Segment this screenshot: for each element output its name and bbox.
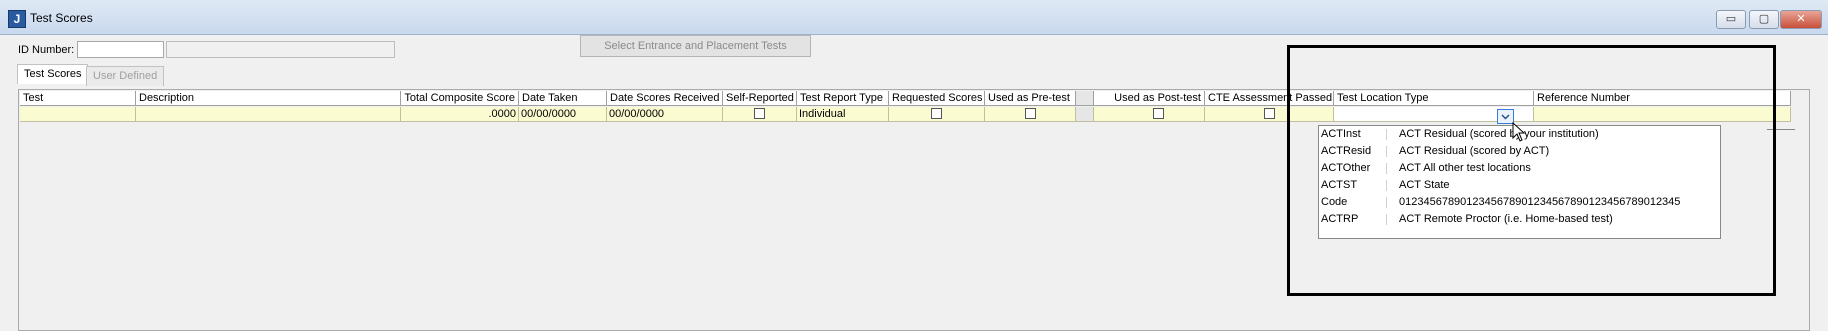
annotation-highlight-box: [1287, 45, 1776, 296]
cell-self-reported: [723, 107, 797, 122]
cell-used-as-posttest: [1094, 107, 1205, 122]
cell-total-composite-score[interactable]: .0000: [401, 107, 519, 122]
cte-assessment-passed-checkbox[interactable]: [1264, 108, 1275, 119]
cell-test[interactable]: [20, 107, 136, 122]
mouse-pointer-icon: [1512, 122, 1526, 142]
maximize-button[interactable]: ▢: [1749, 10, 1779, 29]
self-reported-checkbox[interactable]: [754, 108, 765, 119]
student-name-field: [166, 41, 395, 58]
used-as-pretest-checkbox[interactable]: [1025, 108, 1036, 119]
column-header-date-taken[interactable]: Date Taken: [519, 91, 607, 106]
cell-date-taken[interactable]: 00/00/0000: [519, 107, 607, 122]
cell-date-scores-received[interactable]: 00/00/0000: [607, 107, 723, 122]
select-entrance-placement-tests-button[interactable]: Select Entrance and Placement Tests: [580, 35, 811, 57]
cell-blank: [1076, 107, 1094, 122]
id-number-label: ID Number:: [18, 44, 75, 56]
tab-user-defined[interactable]: User Defined: [86, 66, 165, 86]
cell-used-as-pretest: [985, 107, 1076, 122]
column-header-used-as-posttest[interactable]: Used as Post-test: [1094, 91, 1205, 106]
tab-test-scores[interactable]: Test Scores: [17, 64, 89, 84]
requested-scores-checkbox[interactable]: [931, 108, 942, 119]
column-header-date-scores-received[interactable]: Date Scores Received: [607, 91, 723, 106]
column-header-description[interactable]: Description: [136, 91, 401, 106]
cell-requested-scores: [889, 107, 985, 122]
column-header-used-as-pretest[interactable]: Used as Pre-test: [985, 91, 1076, 106]
column-header-requested-scores[interactable]: Requested Scores: [889, 91, 985, 106]
title-bar: J Test Scores ▭ ▢ ✕: [0, 0, 1828, 35]
close-button[interactable]: ✕: [1780, 10, 1822, 29]
column-header-blank: [1076, 91, 1094, 106]
column-header-test[interactable]: Test: [20, 91, 136, 106]
minimize-button[interactable]: ▭: [1716, 10, 1746, 29]
window-title: Test Scores: [30, 11, 93, 25]
id-number-input[interactable]: [77, 41, 164, 58]
app-icon: J: [8, 10, 26, 28]
column-header-self-reported[interactable]: Self-Reported: [723, 91, 797, 106]
cell-test-report-type[interactable]: Individual: [797, 107, 889, 122]
used-as-posttest-checkbox[interactable]: [1153, 108, 1164, 119]
cell-description[interactable]: [136, 107, 401, 122]
column-header-test-report-type[interactable]: Test Report Type: [797, 91, 889, 106]
column-header-total-composite-score[interactable]: Total Composite Score: [401, 91, 519, 106]
